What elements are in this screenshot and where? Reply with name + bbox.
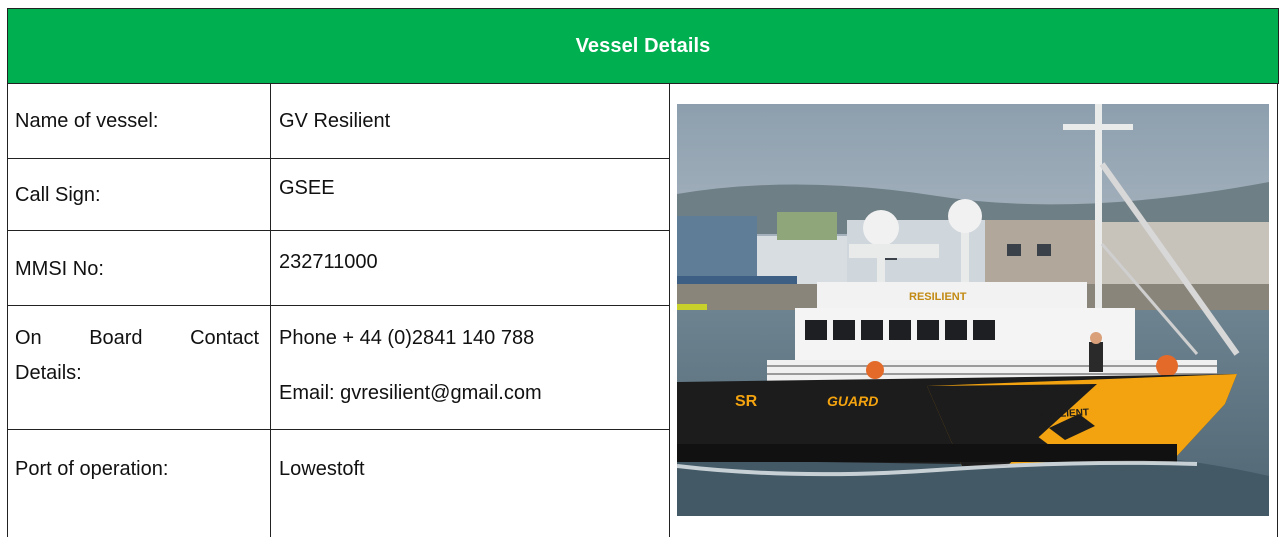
column-divider-1 bbox=[270, 83, 271, 537]
table-header: Vessel Details bbox=[7, 8, 1279, 84]
row-label-mmsi: MMSI No: bbox=[15, 258, 104, 280]
row-label-port: Port of operation: bbox=[15, 458, 169, 480]
row-divider-2 bbox=[7, 230, 670, 231]
row-value-call-sign: GSEE bbox=[279, 177, 335, 199]
row-divider-1 bbox=[7, 158, 670, 159]
table-title: Vessel Details bbox=[575, 34, 711, 57]
row-label-call-sign: Call Sign: bbox=[15, 184, 101, 206]
row-value-port: Lowestoft bbox=[279, 458, 365, 480]
row-divider-4 bbox=[7, 429, 670, 430]
row-label-contact-line1: On Board Contact bbox=[15, 327, 259, 349]
table-border-right bbox=[1277, 83, 1278, 537]
vessel-details-document: Vessel Details Name of vessel: GV Resili… bbox=[7, 8, 1279, 537]
row-value-mmsi: 232711000 bbox=[279, 251, 378, 273]
row-value-vessel-name: GV Resilient bbox=[279, 110, 391, 132]
row-value-phone: Phone + 44 (0)2841 140 788 bbox=[279, 327, 535, 349]
table-border-left bbox=[7, 83, 8, 537]
row-label-contact-line2: Details: bbox=[15, 362, 82, 384]
vessel-photo: RESILIENT SR GUARD RESILIENT bbox=[677, 104, 1269, 516]
hull-name-side-text: GUARD bbox=[827, 393, 878, 409]
bridge-name-text: RESILIENT bbox=[909, 291, 967, 303]
row-label-vessel-name: Name of vessel: bbox=[15, 110, 159, 132]
row-value-email: Email: gvresilient@gmail.com bbox=[279, 382, 542, 404]
vessel-details-table: Name of vessel: GV Resilient Call Sign: … bbox=[7, 83, 1279, 537]
hull-logo-text: SR bbox=[735, 393, 758, 410]
row-divider-3 bbox=[7, 305, 670, 306]
column-divider-2 bbox=[669, 83, 670, 537]
